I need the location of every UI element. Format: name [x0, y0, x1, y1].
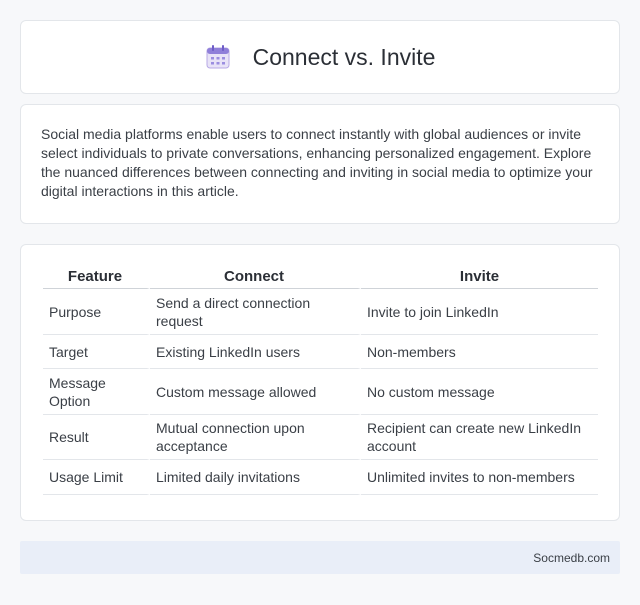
comparison-table: Feature Connect Invite Purpose Send a di…: [43, 267, 598, 495]
table-row: Purpose Send a direct connection request…: [43, 289, 598, 335]
connect-cell: Custom message allowed: [150, 369, 361, 415]
invite-cell: Recipient can create new LinkedIn accoun…: [361, 415, 598, 460]
footer: Socmedb.com: [20, 541, 620, 574]
footer-site-link[interactable]: Socmedb.com: [533, 551, 610, 565]
connect-cell: Limited daily invitations: [150, 460, 361, 495]
calendar-icon: [206, 45, 230, 69]
comparison-card: Feature Connect Invite Purpose Send a di…: [20, 244, 620, 521]
feature-cell: Target: [43, 335, 150, 369]
header-connect: Connect: [150, 267, 361, 289]
feature-cell: Purpose: [43, 289, 150, 335]
connect-cell: Existing LinkedIn users: [150, 335, 361, 369]
connect-cell: Send a direct connection request: [150, 289, 361, 335]
header-feature: Feature: [43, 267, 150, 289]
feature-cell: Usage Limit: [43, 460, 150, 495]
invite-cell: Unlimited invites to non-members: [361, 460, 598, 495]
page-title: Connect vs. Invite: [252, 43, 436, 70]
table-header-row: Feature Connect Invite: [43, 267, 598, 289]
invite-cell: Invite to join LinkedIn: [361, 289, 598, 335]
connect-cell: Mutual connection upon acceptance: [150, 415, 361, 460]
table-row: Result Mutual connection upon acceptance…: [43, 415, 598, 460]
invite-cell: No custom message: [361, 369, 598, 415]
intro-paragraph: Social media platforms enable users to c…: [41, 126, 593, 199]
table-row: Message Option Custom message allowed No…: [43, 369, 598, 415]
feature-cell: Result: [43, 415, 150, 460]
invite-cell: Non-members: [361, 335, 598, 369]
feature-cell: Message Option: [43, 369, 150, 415]
intro-card: Social media platforms enable users to c…: [20, 104, 620, 224]
header-invite: Invite: [361, 267, 598, 289]
table-row: Usage Limit Limited daily invitations Un…: [43, 460, 598, 495]
title-card: Connect vs. Invite: [20, 20, 620, 94]
table-row: Target Existing LinkedIn users Non-membe…: [43, 335, 598, 369]
